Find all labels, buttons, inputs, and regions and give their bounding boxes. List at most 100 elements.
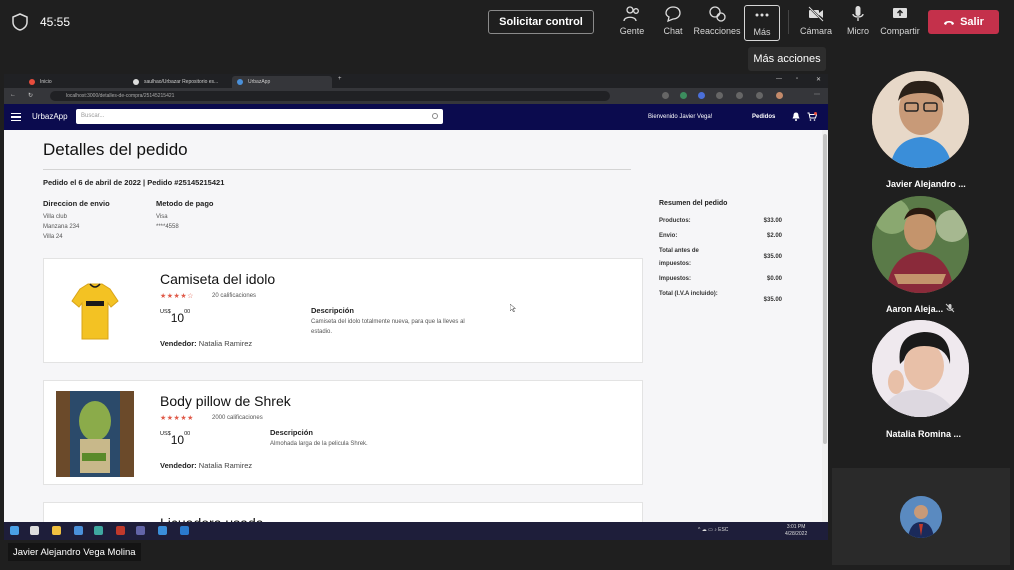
close-icon[interactable]: ✕	[816, 76, 821, 83]
extension-icon[interactable]	[716, 92, 723, 99]
new-tab-icon[interactable]: +	[338, 76, 342, 82]
self-avatar	[900, 496, 942, 538]
participant-video[interactable]	[872, 71, 969, 168]
order-item-card: Camiseta del idolo ★★★★☆ 20 calificacion…	[43, 258, 643, 363]
seller-line: Vendedor: Natalia Ramirez	[160, 461, 252, 470]
chrome-icon[interactable]	[158, 526, 167, 535]
file-explorer-icon[interactable]	[52, 526, 61, 535]
browser-addressbar: ← ↻ localhost:3000/detalles-de-compra/25…	[4, 88, 828, 104]
opera-icon	[29, 79, 35, 85]
url-field[interactable]: localhost:3000/detalles-de-compra/251452…	[50, 91, 610, 101]
seller-name: Natalia Ramirez	[198, 339, 253, 348]
summary-label: Envio:	[659, 233, 678, 239]
more-actions-tooltip: Más acciones	[748, 47, 826, 71]
people-label: Gente	[619, 26, 645, 36]
browser-menu-icon[interactable]: ⋯	[814, 91, 820, 98]
taskbar-app-icon[interactable]	[30, 526, 39, 535]
shrek-pillow-image	[56, 391, 134, 477]
share-button[interactable]: Compartir	[878, 5, 922, 41]
summary-value: $2.00	[766, 233, 782, 239]
profile-avatar[interactable]	[776, 92, 783, 99]
price-decimals: 00	[184, 431, 191, 437]
address-line: Villa 24	[43, 234, 63, 240]
edge-icon[interactable]	[94, 526, 103, 535]
reactions-button[interactable]: Reacciones	[693, 5, 741, 41]
tab-label: saulhao/Urbazar Repositorio es...	[144, 79, 219, 85]
scrollbar-thumb[interactable]	[823, 134, 827, 444]
browser-tab-active[interactable]: UrbazApp	[232, 76, 332, 88]
page-scrollbar[interactable]	[822, 130, 828, 522]
mic-button[interactable]: Micro	[836, 5, 880, 41]
payment-line: Visa	[156, 214, 168, 220]
price-integer: 10	[170, 433, 185, 447]
share-screen-icon	[893, 8, 907, 18]
page-title: Detalles del pedido	[43, 140, 188, 159]
chat-button[interactable]: Chat	[651, 5, 695, 41]
ratings-count: 20 calificaciones	[212, 293, 257, 299]
price-currency: US$	[160, 309, 171, 315]
reload-icon[interactable]: ↻	[28, 92, 33, 99]
chat-label: Chat	[663, 26, 683, 36]
chat-icon	[665, 6, 681, 23]
tab-label: Inicio	[40, 79, 52, 85]
self-view[interactable]	[832, 468, 1010, 565]
windows-start-icon[interactable]	[10, 526, 19, 535]
app-logo[interactable]: UrbazApp	[32, 112, 68, 121]
product-name[interactable]: Body pillow de Shrek	[160, 393, 291, 409]
divider	[43, 169, 631, 170]
search-input[interactable]: Buscar...	[76, 109, 443, 124]
cart-icon[interactable]	[807, 112, 817, 121]
teams-icon[interactable]	[136, 526, 145, 535]
description-label: Descripción	[311, 306, 354, 315]
orders-link[interactable]: Pedidos	[752, 114, 775, 120]
description-text: Almohada larga de la pelicula Shrek.	[270, 441, 368, 447]
hamburger-menu-icon[interactable]	[11, 113, 21, 121]
meeting-timer: 45:55	[40, 15, 71, 29]
opera-icon[interactable]	[116, 526, 125, 535]
more-button[interactable]: Más	[744, 5, 780, 41]
windows-taskbar: ^ ☁ ▭ ♪ ESC 3:01 PM 4/28/2022	[4, 522, 828, 540]
minimize-icon[interactable]: —	[776, 76, 782, 82]
price-currency: US$	[160, 431, 171, 437]
star-rating: ★★★★☆	[160, 293, 194, 300]
shared-screen: Inicio saulhao/Urbazar Repositorio es...…	[4, 74, 828, 540]
camera-button[interactable]: Cámara	[794, 5, 838, 41]
browser-tab[interactable]: Inicio	[24, 76, 122, 88]
back-icon[interactable]: ←	[10, 92, 16, 98]
clock-date: 4/28/2022	[785, 531, 808, 537]
camera-off-icon	[808, 6, 824, 22]
payment-line: ****4558	[156, 224, 179, 230]
extension-icon[interactable]	[680, 92, 687, 99]
summary-label: Total antes de impuestos:	[659, 248, 699, 267]
extension-icon[interactable]	[736, 92, 743, 99]
address-line: Manzana 234	[43, 224, 80, 230]
mail-icon[interactable]	[74, 526, 83, 535]
address-line: Villa club	[43, 214, 67, 220]
star-rating: ★★★★★	[160, 415, 194, 422]
people-button[interactable]: Gente	[610, 5, 654, 41]
browser-tab[interactable]: saulhao/Urbazar Repositorio es...	[128, 76, 228, 88]
product-name[interactable]: Camiseta del idolo	[160, 271, 275, 287]
extension-icon[interactable]	[756, 92, 763, 99]
price-integer: 10	[170, 311, 185, 325]
seller-label: Vendedor:	[160, 461, 197, 470]
summary-title: Resumen del pedido	[659, 200, 728, 207]
extension-icon[interactable]	[662, 92, 669, 99]
order-details-page: Detalles del pedido Pedido el 6 de abril…	[4, 130, 822, 540]
bell-icon[interactable]	[792, 112, 800, 121]
reactions-label: Reacciones	[693, 26, 741, 36]
browser-tabbar: Inicio saulhao/Urbazar Repositorio es...…	[4, 74, 828, 88]
taskbar-clock[interactable]: 3:01 PM 4/28/2022	[785, 524, 807, 538]
search-icon[interactable]	[432, 113, 438, 119]
phone-hangup-icon	[944, 20, 955, 25]
leave-meeting-button[interactable]: Salir	[928, 10, 999, 34]
request-control-button[interactable]: Solicitar control	[488, 10, 594, 34]
system-tray[interactable]: ^ ☁ ▭ ♪ ESC	[698, 527, 728, 533]
maximize-icon[interactable]: ▫	[796, 76, 798, 82]
description-label: Descripción	[270, 428, 313, 437]
vscode-icon[interactable]	[180, 526, 189, 535]
product-price: US$1000	[160, 309, 190, 327]
participant-video[interactable]	[872, 320, 969, 417]
participant-video[interactable]	[872, 196, 969, 293]
extension-icon[interactable]	[698, 92, 705, 99]
